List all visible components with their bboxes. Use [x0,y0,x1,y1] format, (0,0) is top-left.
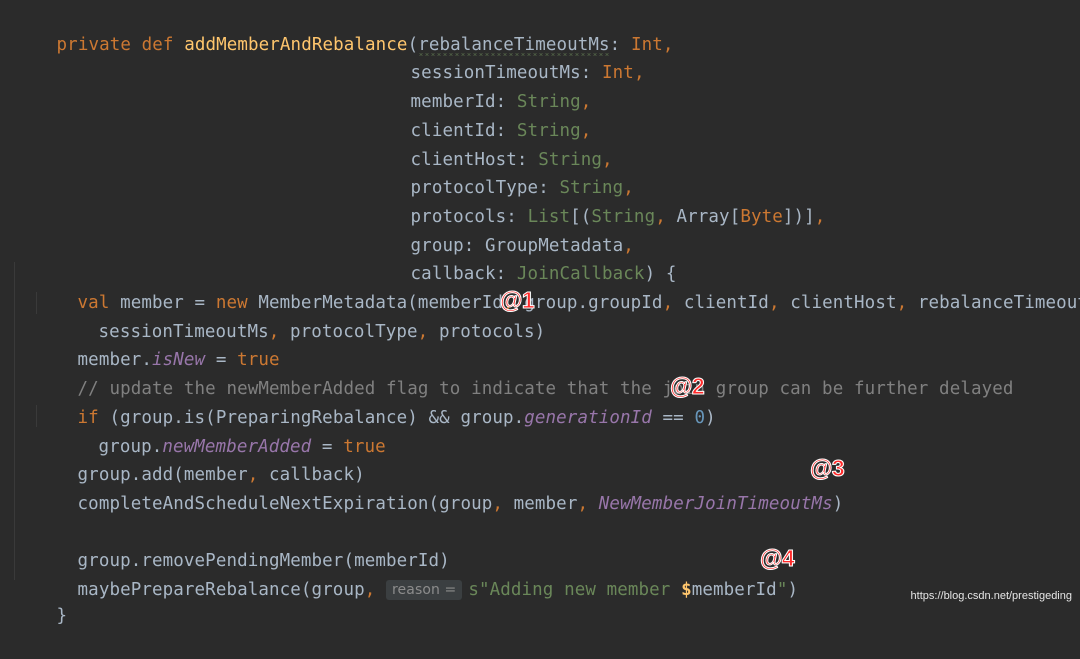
code-text: protocols) [438,321,546,342]
callout-2: @2 [669,373,705,400]
bracket: [ [729,206,741,227]
code-text: clientId [683,293,769,313]
code-text: ) [705,407,716,428]
property: generationId [524,407,652,428]
code-text: ) [787,580,799,600]
code-line-16[interactable]: group.add(member, callback) [35,433,365,485]
code-line-7[interactable]: protocols: List[(String, Array[Byte])], [368,174,826,227]
comma: , [364,580,386,600]
code-text: member [513,493,578,514]
watermark: https://blog.csdn.net/prestigeding [910,590,1072,602]
code-line-17[interactable]: completeAndScheduleNextExpiration(group,… [35,461,844,514]
code-text: maybePrepareRebalance(group [77,580,365,600]
comma: , [492,493,514,514]
callout-4: @4 [759,545,795,572]
code-line-4[interactable]: clientId: String, [368,88,592,141]
parameter-hint: reason = [386,580,463,600]
comma: , [814,206,826,227]
code-line-1[interactable]: private def addMemberAndRebalance(rebala… [14,2,674,55]
comma: , [577,493,599,514]
type-name: Array [676,206,730,227]
code-line-6[interactable]: protocolType: String, [368,146,634,198]
comma: , [655,206,677,227]
property: NewMemberJoinTimeoutMs [598,493,833,514]
string-literal: " [776,580,788,600]
code-text: completeAndScheduleNextExpiration(group [77,493,493,514]
code-line-10[interactable]: val member = new MemberMetadata(memberId… [35,260,1080,313]
comma: , [633,63,645,84]
code-line-19[interactable]: group.removePendingMember(memberId) [35,519,450,571]
comma: , [896,293,918,313]
code-editor[interactable]: private def addMemberAndRebalance(rebala… [0,0,1080,626]
code-text: clientHost [790,293,897,313]
code-text: ) [832,493,844,514]
callout-3: @3 [809,455,845,482]
type-name: Int [602,63,634,84]
brace: } [56,605,68,626]
code-text: memberId [691,580,777,600]
code-text: == [651,407,695,428]
code-line-21[interactable]: } [14,573,68,626]
number-literal: 0 [694,407,706,428]
comma: , [417,321,439,342]
code-line-13[interactable]: // update the newMemberAdded flag to ind… [35,346,1014,399]
code-line-5[interactable]: clientHost: String, [368,117,613,170]
keyword: def [141,34,174,55]
indent-guide [14,262,15,580]
code-line-20[interactable]: maybePrepareRebalance(group, reason = s"A… [35,547,798,600]
code-text: protocolType [290,321,418,342]
code-line-14[interactable]: if (group.is(PreparingRebalance) && grou… [35,375,716,428]
comma: , [662,34,674,55]
callout-1: @1 [499,287,535,314]
code-line-2[interactable]: sessionTimeoutMs: Int, [368,31,645,83]
code-line-9[interactable]: callback: JoinCallback) { [368,232,677,284]
string-literal: s"Adding new member [468,580,682,600]
code-line-15[interactable]: group.newMemberAdded = true [56,404,386,457]
code-line-8[interactable]: group: GroupMetadata, [368,203,634,256]
keyword: private [56,34,131,55]
string-interpolation: $ [681,580,692,600]
code-line-12[interactable]: member.isNew = true [35,318,280,370]
comma: , [768,293,791,313]
code-text: rebalanceTimeoutMs [917,293,1080,313]
bracket: ])] [782,206,815,227]
type-name: Byte [740,206,783,227]
code-line-11[interactable]: sessionTimeoutMs, protocolType, protocol… [56,289,546,342]
comma: , [662,293,684,313]
code-line-3[interactable]: memberId: String, [368,59,592,112]
